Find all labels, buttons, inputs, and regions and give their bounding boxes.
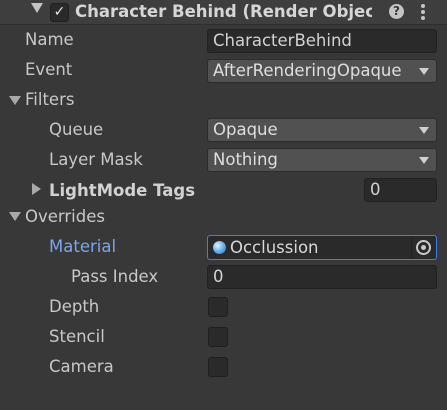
- layer-mask-dropdown[interactable]: Nothing: [207, 148, 437, 172]
- layer-mask-label: Layer Mask: [49, 150, 143, 169]
- event-dropdown[interactable]: AfterRenderingOpaque: [207, 59, 437, 83]
- dropdown-arrow-icon: [419, 127, 429, 134]
- name-label: Name: [25, 30, 74, 49]
- layer-mask-dropdown-value: Nothing: [213, 150, 278, 169]
- depth-checkbox[interactable]: [208, 297, 228, 317]
- event-dropdown-value: AfterRenderingOpaque: [213, 61, 402, 80]
- material-icon: [213, 241, 226, 254]
- name-field[interactable]: CharacterBehind: [207, 29, 437, 53]
- dropdown-arrow-icon: [419, 68, 429, 75]
- lightmode-foldout-icon[interactable]: [32, 183, 41, 195]
- help-icon[interactable]: ?: [389, 4, 404, 19]
- lightmode-tags-count-field[interactable]: 0: [364, 178, 437, 202]
- stencil-checkbox[interactable]: [208, 327, 228, 347]
- component-title[interactable]: Character Behind (Render Object: [75, 1, 372, 23]
- material-object-field[interactable]: Occlussion: [207, 235, 437, 260]
- object-picker-dot: [421, 245, 426, 250]
- overrides-foldout-icon[interactable]: [9, 212, 21, 221]
- more-options-icon[interactable]: [420, 3, 426, 21]
- queue-dropdown-value: Opaque: [213, 120, 278, 139]
- object-field-divider: [411, 236, 412, 259]
- filters-label[interactable]: Filters: [25, 90, 74, 110]
- pass-index-label: Pass Index: [71, 267, 159, 286]
- event-label: Event: [25, 60, 73, 79]
- material-label: Material: [49, 237, 117, 256]
- object-picker-icon[interactable]: [416, 240, 431, 255]
- camera-checkbox[interactable]: [208, 357, 228, 377]
- lightmode-tags-label[interactable]: LightMode Tags: [49, 181, 195, 201]
- foldout-arrow-icon[interactable]: [31, 3, 43, 13]
- component-header: ✓ Character Behind (Render Object ?: [0, 0, 447, 25]
- dropdown-arrow-icon: [419, 157, 429, 164]
- overrides-label[interactable]: Overrides: [25, 207, 105, 227]
- depth-label: Depth: [49, 297, 100, 316]
- camera-label: Camera: [49, 357, 114, 376]
- pass-index-field[interactable]: 0: [207, 265, 437, 289]
- queue-label: Queue: [49, 120, 104, 139]
- stencil-label: Stencil: [49, 327, 105, 346]
- queue-dropdown[interactable]: Opaque: [207, 118, 437, 142]
- filters-foldout-icon[interactable]: [9, 96, 21, 105]
- material-object-name: Occlussion: [230, 238, 319, 257]
- component-enabled-checkbox[interactable]: ✓: [50, 3, 69, 22]
